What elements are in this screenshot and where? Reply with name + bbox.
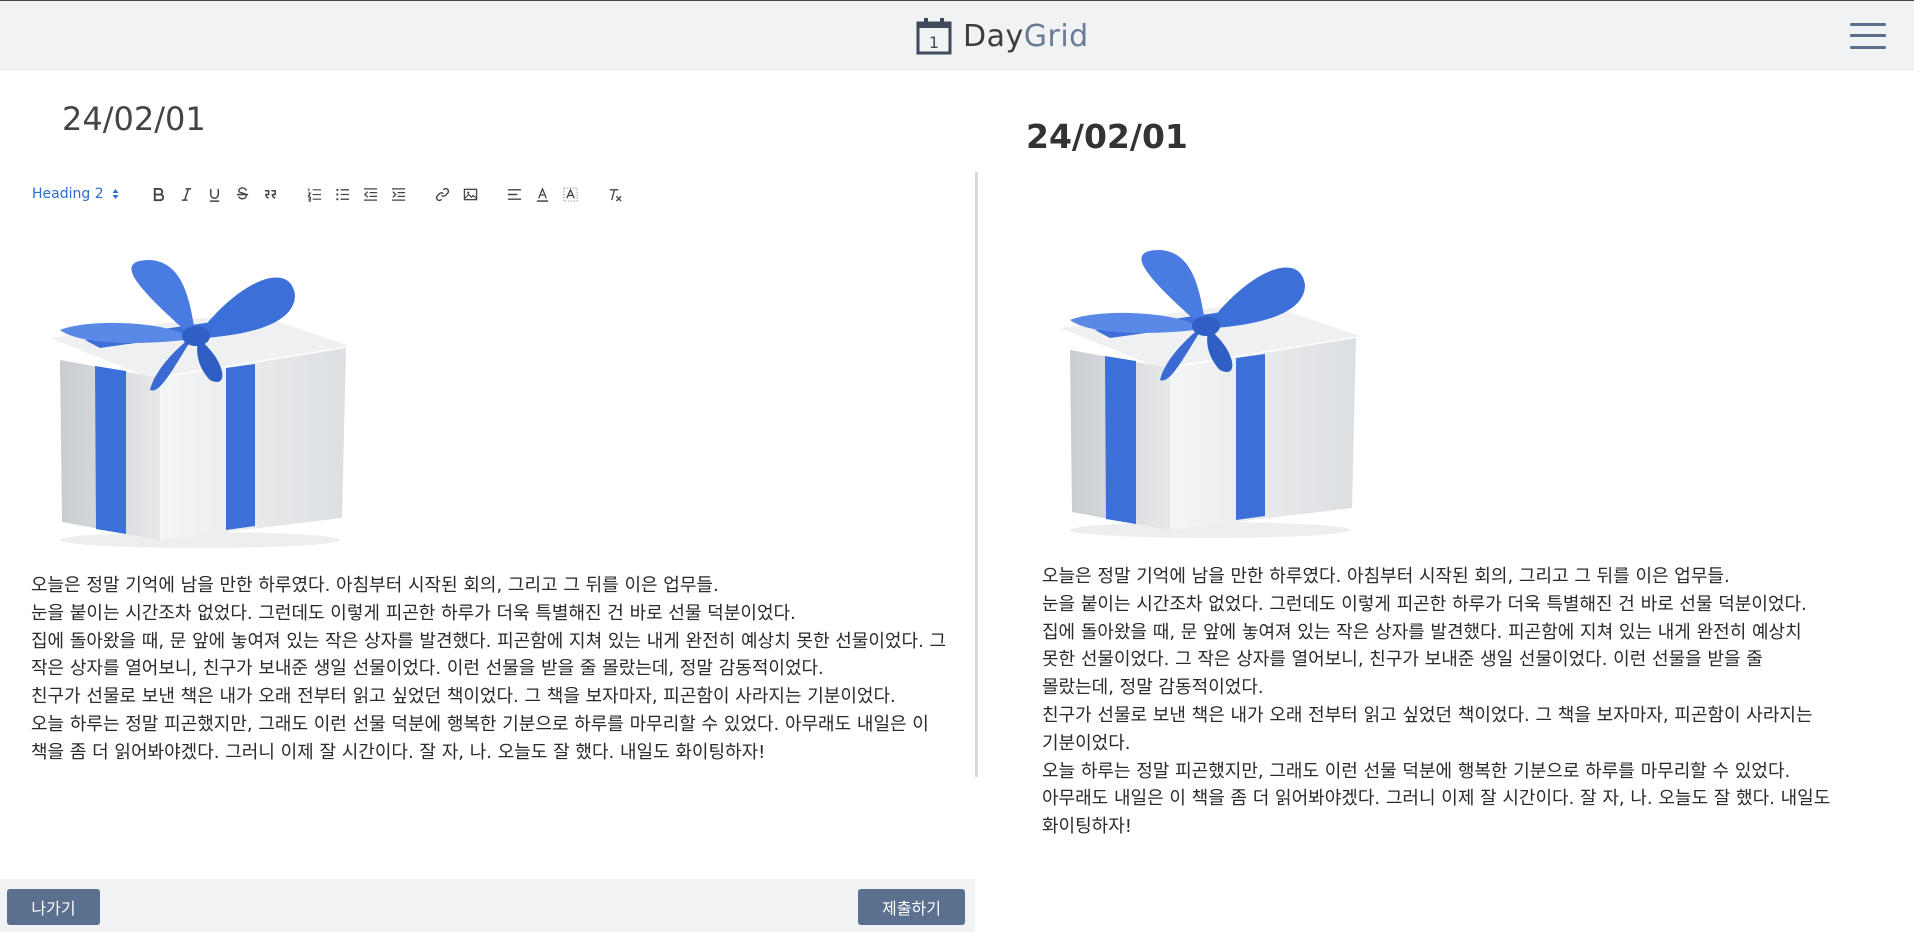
link-icon[interactable] [429, 182, 457, 206]
select-caret-icon [112, 188, 119, 200]
editor-paragraph: 오늘 하루는 정말 피곤했지만, 그래도 이런 선물 덕분에 행복한 기분으로 … [31, 713, 929, 763]
preview-title: 24/02/01 [1026, 117, 1188, 156]
underline-icon[interactable] [201, 182, 229, 206]
indent-icon[interactable] [385, 182, 413, 206]
gift-box-image [1060, 250, 1360, 538]
bottom-bar [0, 879, 975, 932]
editor-title-input[interactable]: 24/02/01 [62, 100, 206, 138]
bullet-list-icon[interactable] [329, 182, 357, 206]
editor-paragraph: 눈을 붙이는 시간조차 없었다. 그런데도 이렇게 피곤한 하루가 더욱 특별해… [31, 602, 796, 624]
editor-paragraph: 친구가 선물로 보낸 책은 내가 오래 전부터 읽고 싶었던 책이었다. 그 책… [31, 686, 896, 708]
italic-icon[interactable] [173, 182, 201, 206]
calendar-icon: 1 [916, 18, 952, 55]
bold-icon[interactable] [145, 182, 173, 206]
preview-paragraph: 오늘은 정말 기억에 남을 만한 하루였다. 아침부터 시작된 회의, 그리고 … [1042, 566, 1730, 587]
app-name: DayGrid [963, 19, 1089, 54]
ordered-list-icon[interactable] [301, 182, 329, 206]
editor-paragraph: 집에 돌아왔을 때, 문 앞에 놓여져 있는 작은 상자를 발견했다. 피곤함에… [31, 630, 947, 680]
editor-toolbar: Heading 2 [32, 182, 629, 206]
preview-paragraph: 집에 돌아왔을 때, 문 앞에 놓여져 있는 작은 상자를 발견했다. 피곤함에… [1042, 621, 1802, 699]
background-color-icon[interactable] [557, 182, 585, 206]
blockquote-icon[interactable] [257, 182, 285, 206]
exit-button[interactable]: 나가기 [7, 889, 100, 925]
clear-format-icon[interactable] [601, 182, 629, 206]
hamburger-menu-icon[interactable] [1850, 21, 1886, 51]
submit-button[interactable]: 제출하기 [858, 889, 965, 925]
align-icon[interactable] [501, 182, 529, 206]
editor-paragraph: 오늘은 정말 기억에 남을 만한 하루였다. 아침부터 시작된 회의, 그리고 … [31, 575, 719, 596]
text-color-icon[interactable] [529, 182, 557, 206]
strikethrough-icon[interactable] [229, 182, 257, 206]
heading-select-value: Heading 2 [32, 186, 104, 202]
calendar-number: 1 [929, 33, 939, 52]
preview-paragraph: 오늘 하루는 정말 피곤했지만, 그래도 이런 선물 덕분에 행복한 기분으로 … [1042, 760, 1831, 838]
gift-box-image [50, 260, 350, 548]
outdent-icon[interactable] [357, 182, 385, 206]
editor-content[interactable]: 오늘은 정말 기억에 남을 만한 하루였다. 아침부터 시작된 회의, 그리고 … [31, 572, 961, 767]
preview-paragraph: 눈을 붙이는 시간조차 없었다. 그런데도 이렇게 피곤한 하루가 더욱 특별해… [1042, 593, 1807, 615]
app-name-day: Day [963, 18, 1024, 54]
preview-content: 오늘은 정말 기억에 남을 만한 하루였다. 아침부터 시작된 회의, 그리고 … [1042, 563, 1837, 841]
preview-paragraph: 친구가 선물로 보낸 책은 내가 오래 전부터 읽고 싶었던 책이었다. 그 책… [1042, 704, 1813, 754]
image-icon[interactable] [457, 182, 485, 206]
app-logo[interactable]: 1 DayGrid [915, 14, 1089, 58]
heading-select[interactable]: Heading 2 [32, 186, 119, 202]
app-name-grid: Grid [1023, 18, 1089, 54]
top-bar: 1 DayGrid [0, 0, 1914, 70]
pane-divider [975, 172, 978, 777]
